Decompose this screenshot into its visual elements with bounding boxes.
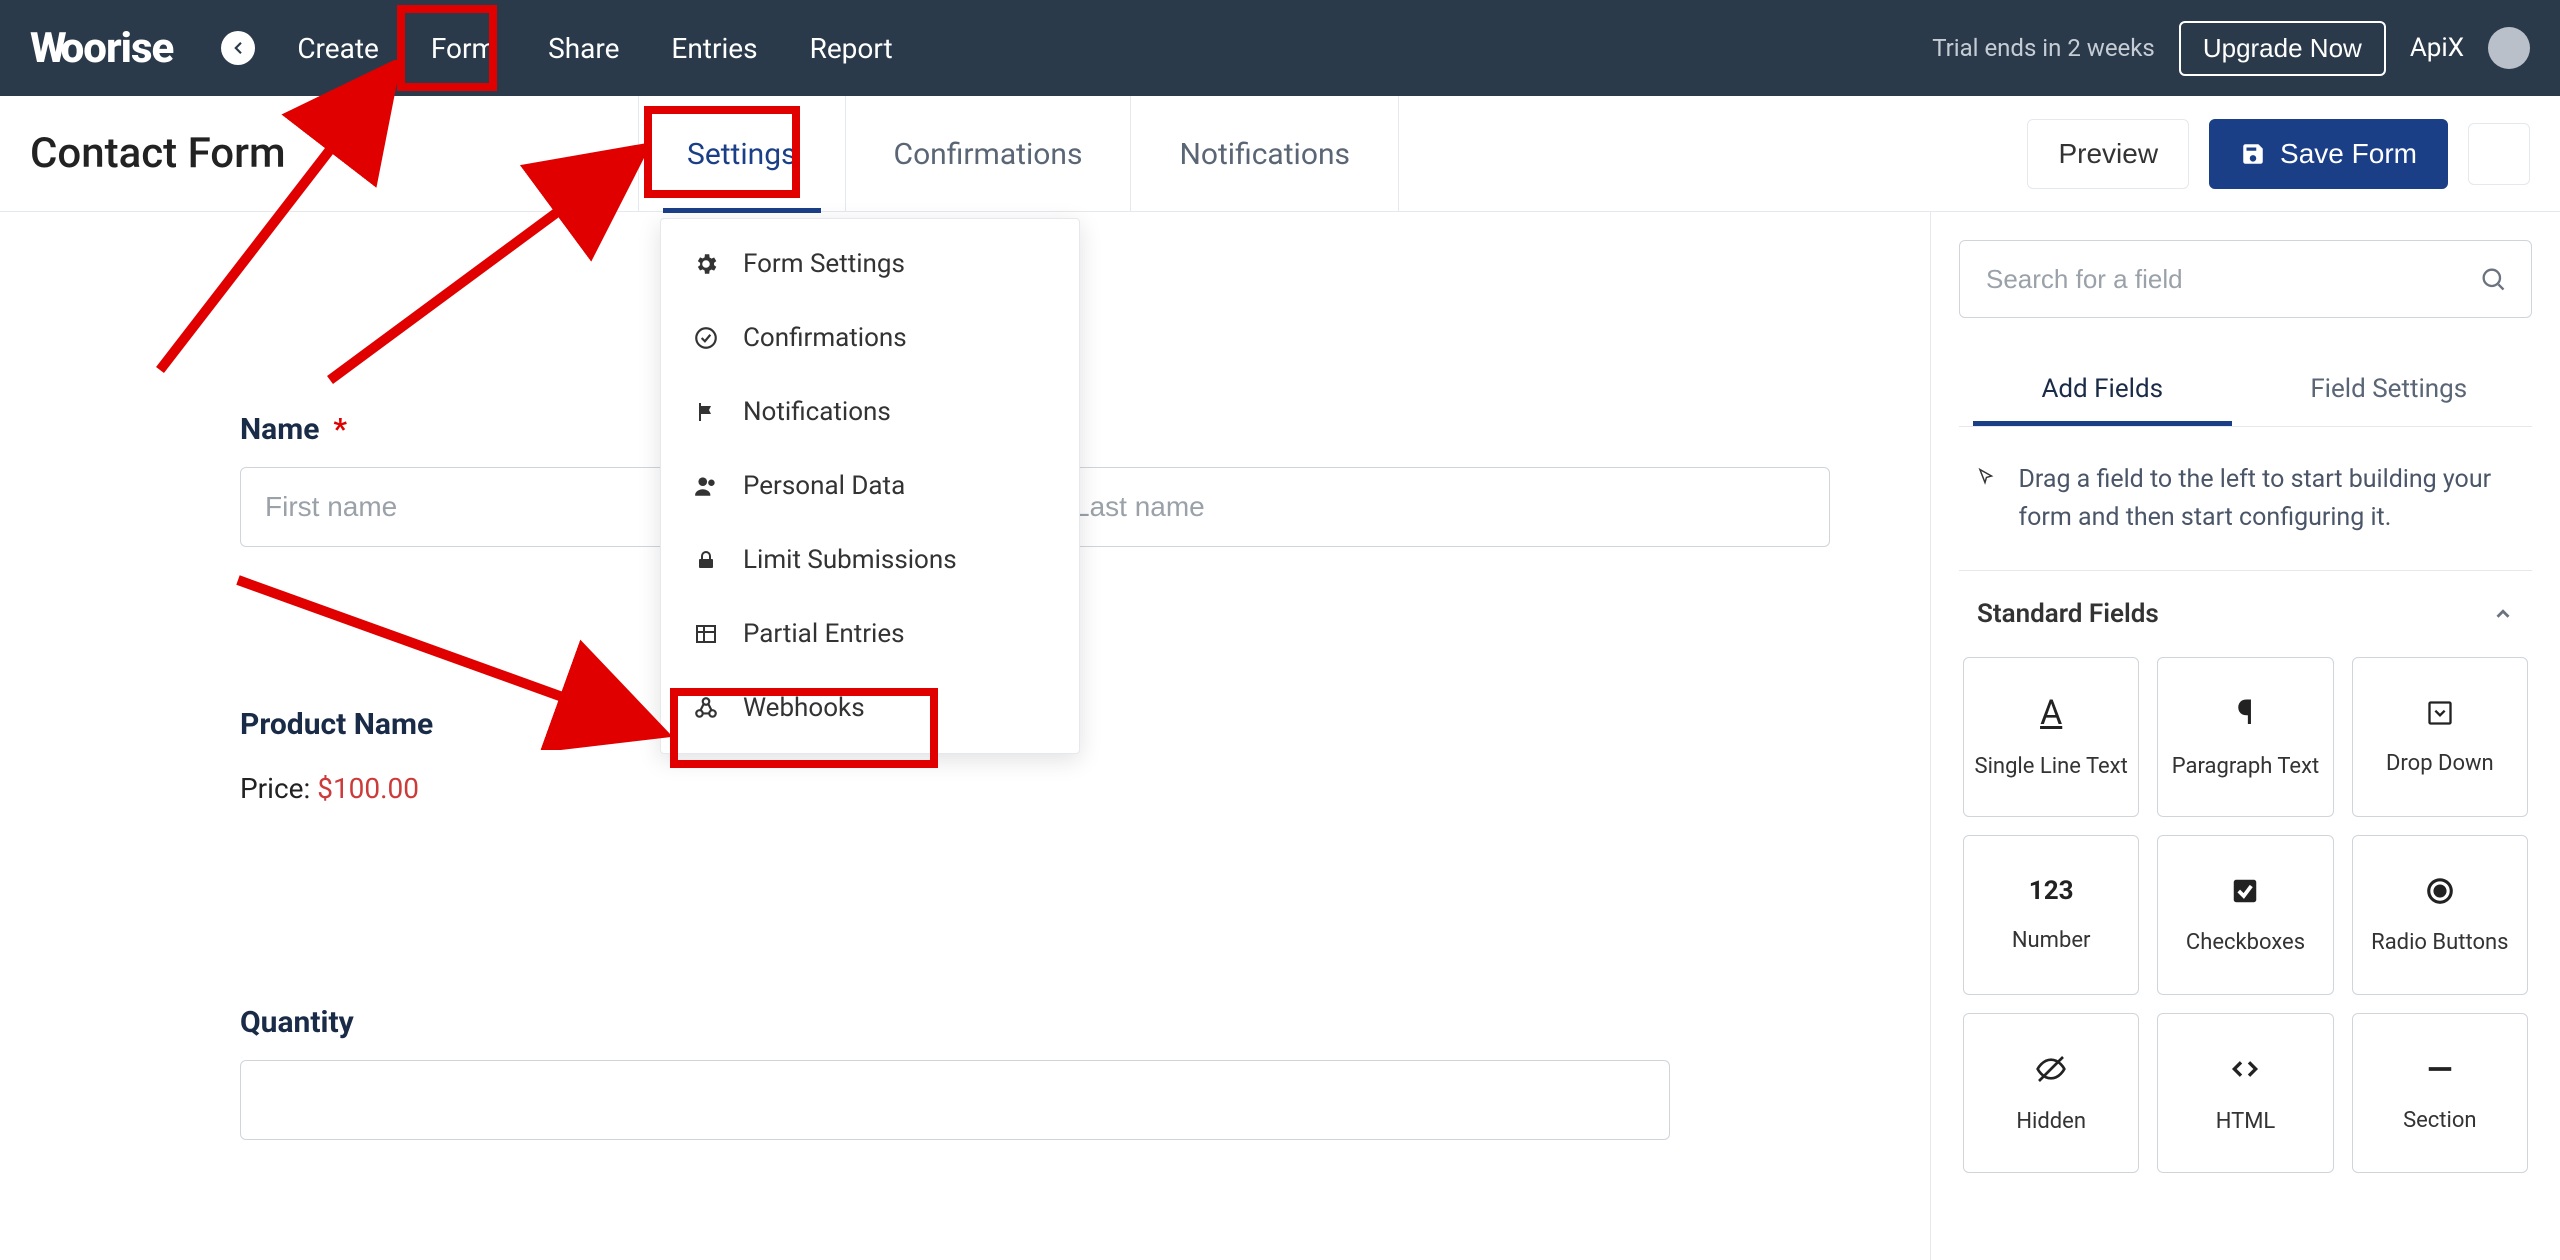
- nav-entries[interactable]: Entries: [667, 26, 761, 71]
- people-icon: [691, 473, 721, 499]
- avatar[interactable]: [2488, 27, 2530, 69]
- form-settings-gear[interactable]: [2468, 123, 2530, 185]
- field-search[interactable]: [1959, 240, 2532, 318]
- dropdown-icon: [2426, 699, 2454, 727]
- content: Name * Product Name Price: $100.00 Quant…: [0, 212, 2560, 1260]
- field-checkboxes[interactable]: Checkboxes: [2157, 835, 2333, 995]
- dd-limit-submissions[interactable]: Limit Submissions: [661, 523, 1079, 597]
- field-single-line[interactable]: A Single Line Text: [1963, 657, 2139, 817]
- nav-create[interactable]: Create: [293, 26, 383, 71]
- dd-partial-entries[interactable]: Partial Entries: [661, 597, 1079, 671]
- sidebar-hint: Drag a field to the left to start buildi…: [1959, 426, 2532, 571]
- preview-button[interactable]: Preview: [2027, 119, 2189, 189]
- grid-icon: [691, 622, 721, 646]
- topbar: WWooriseoorise Create Form Share Entries…: [0, 0, 2560, 96]
- save-icon: [2240, 141, 2266, 167]
- settings-dropdown: Form Settings Confirmations Notification…: [660, 218, 1080, 754]
- form-tabs: Settings Confirmations Notifications: [638, 96, 1399, 212]
- upgrade-button[interactable]: Upgrade Now: [2179, 21, 2386, 76]
- flag-icon: [691, 400, 721, 424]
- section-icon: [2425, 1054, 2455, 1084]
- dd-notifications[interactable]: Notifications: [661, 375, 1079, 449]
- paragraph-icon: ¶: [2237, 696, 2254, 730]
- save-form-label: Save Form: [2280, 138, 2417, 170]
- gear-icon: [691, 251, 721, 277]
- search-icon: [2479, 265, 2507, 293]
- topbar-nav: Create Form Share Entries Report: [293, 26, 896, 71]
- dd-confirmations[interactable]: Confirmations: [661, 301, 1079, 375]
- dd-webhooks[interactable]: Webhooks: [661, 671, 1079, 745]
- text-icon: A: [2040, 696, 2062, 730]
- field-paragraph[interactable]: ¶ Paragraph Text: [2157, 657, 2333, 817]
- field-grid: A Single Line Text ¶ Paragraph Text Drop…: [1959, 657, 2532, 1197]
- dd-personal-data[interactable]: Personal Data: [661, 449, 1079, 523]
- chevron-up-icon: [2492, 603, 2514, 625]
- check-circle-icon: [691, 325, 721, 351]
- standard-fields-header[interactable]: Standard Fields: [1959, 571, 2532, 657]
- checkbox-icon: [2230, 876, 2260, 906]
- save-form-button[interactable]: Save Form: [2209, 119, 2448, 189]
- secondary-actions: Preview Save Form: [2027, 119, 2530, 189]
- lock-icon: [691, 548, 721, 572]
- last-name-input[interactable]: [1049, 467, 1830, 547]
- tab-notifications[interactable]: Notifications: [1130, 96, 1399, 212]
- radio-icon: [2425, 876, 2455, 906]
- page-title: Contact Form: [30, 129, 286, 178]
- field-html[interactable]: HTML: [2157, 1013, 2333, 1173]
- secondary-bar: Contact Form Settings Confirmations Noti…: [0, 96, 2560, 212]
- field-section[interactable]: Section: [2352, 1013, 2528, 1173]
- field-dropdown[interactable]: Drop Down: [2352, 657, 2528, 817]
- field-hidden[interactable]: Hidden: [1963, 1013, 2139, 1173]
- quantity-input[interactable]: [240, 1060, 1670, 1140]
- dd-form-settings[interactable]: Form Settings: [661, 227, 1079, 301]
- tab-settings[interactable]: Settings: [638, 96, 845, 212]
- field-radio[interactable]: Radio Buttons: [2352, 835, 2528, 995]
- cursor-icon: [1977, 461, 1994, 491]
- required-star: *: [333, 412, 347, 447]
- nav-form[interactable]: Form: [427, 26, 500, 71]
- topbar-right: Trial ends in 2 weeks Upgrade Now ApiX: [1932, 21, 2530, 76]
- user-name[interactable]: ApiX: [2410, 33, 2464, 63]
- nav-report[interactable]: Report: [806, 26, 897, 71]
- sidebar-tabs: Add Fields Field Settings: [1959, 352, 2532, 426]
- tab-confirmations[interactable]: Confirmations: [845, 96, 1131, 212]
- field-number[interactable]: 123 Number: [1963, 835, 2139, 995]
- hidden-icon: [2035, 1053, 2067, 1085]
- product-price: Price: $100.00: [240, 772, 1830, 805]
- code-icon: [2229, 1053, 2261, 1085]
- sidebar-tab-add-fields[interactable]: Add Fields: [1959, 352, 2246, 426]
- number-icon: 123: [2029, 878, 2074, 904]
- back-button[interactable]: [221, 31, 255, 65]
- field-quantity: Quantity: [240, 1005, 1830, 1140]
- sidebar-tab-field-settings[interactable]: Field Settings: [2246, 352, 2533, 426]
- quantity-label: Quantity: [240, 1005, 1830, 1040]
- nav-share[interactable]: Share: [544, 26, 623, 71]
- logo: WWooriseoorise: [30, 24, 173, 73]
- fields-sidebar: Add Fields Field Settings Drag a field t…: [1930, 212, 2560, 1260]
- trial-notice: Trial ends in 2 weeks: [1932, 34, 2155, 62]
- field-search-input[interactable]: [1984, 263, 2479, 296]
- chevron-left-icon: [229, 39, 247, 57]
- webhook-icon: [691, 695, 721, 721]
